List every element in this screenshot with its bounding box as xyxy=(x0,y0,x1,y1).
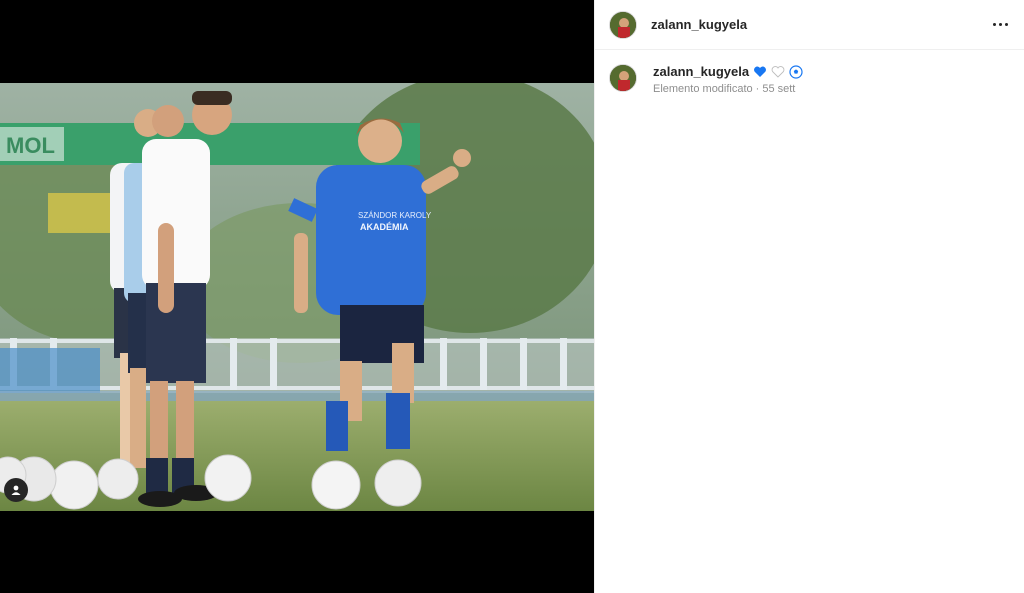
post-media: MOL SZÁNDOR KAROLY AKADÉMIA xyxy=(0,0,594,593)
more-options-button[interactable] xyxy=(991,17,1010,32)
caption-meta: Elemento modificato · 55 sett xyxy=(653,83,803,95)
edited-label: Elemento modificato xyxy=(653,83,753,95)
post-photo[interactable]: MOL SZÁNDOR KAROLY AKADÉMIA xyxy=(0,83,594,511)
white-heart-icon xyxy=(771,65,785,78)
post-time[interactable]: 55 sett xyxy=(762,83,795,95)
caption-username[interactable]: zalann_kugyela xyxy=(653,64,749,79)
tagged-user-button[interactable] xyxy=(4,478,28,502)
user-icon xyxy=(11,485,21,495)
more-dots-icon xyxy=(993,23,996,26)
instagram-post-view: MOL SZÁNDOR KAROLY AKADÉMIA zalann_kugye… xyxy=(0,0,1024,593)
meta-separator: · xyxy=(755,83,760,95)
blue-heart-icon xyxy=(754,66,767,77)
soccer-ball-icon xyxy=(789,64,803,79)
post-sidebar: zalann_kugyela zalann_kugyela Elemento m… xyxy=(594,0,1024,593)
post-username[interactable]: zalann_kugyela xyxy=(651,17,747,32)
caption-avatar[interactable] xyxy=(609,64,637,92)
caption: zalann_kugyela Elemento modificato · 55 … xyxy=(595,50,1024,95)
shirt-text-line1: SZÁNDOR KAROLY xyxy=(358,211,432,220)
avatar[interactable] xyxy=(609,10,637,39)
shirt-text-line2: AKADÉMIA xyxy=(360,222,409,232)
banner-text: MOL xyxy=(6,133,55,158)
post-header: zalann_kugyela xyxy=(595,0,1024,50)
